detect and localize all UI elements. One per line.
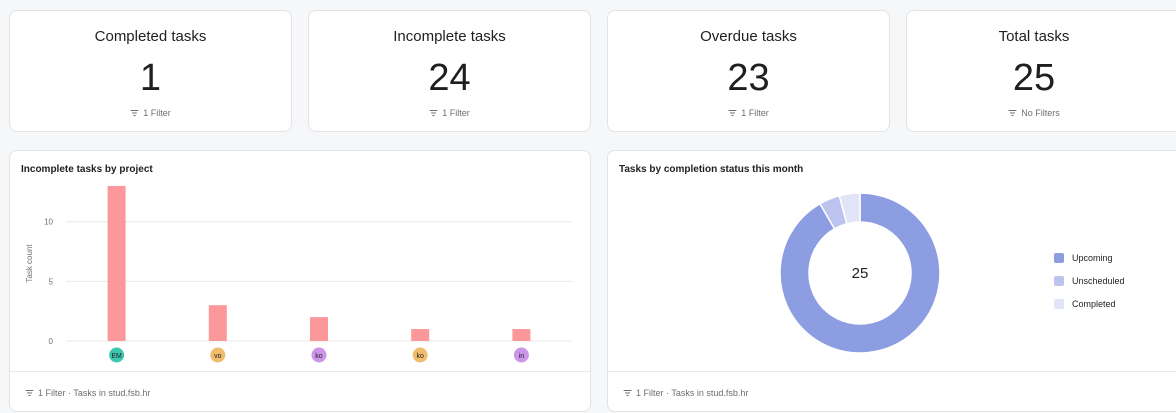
panel-footer[interactable]: 1 Filter · Tasks in stud.fsb.hr bbox=[608, 371, 1176, 413]
legend-swatch bbox=[1054, 298, 1064, 309]
bar-chart: 0 5 10 Task count EM vo ko ko in bbox=[25, 185, 572, 363]
stat-card-total[interactable]: Total tasks 25 No Filters bbox=[906, 10, 1176, 132]
donut-center-value: 25 bbox=[852, 265, 869, 282]
x-tick-label: EM bbox=[111, 353, 122, 360]
stat-title: Overdue tasks bbox=[700, 28, 797, 45]
stat-value: 1 bbox=[139, 57, 162, 99]
chart-legend: Upcoming Unscheduled Completed bbox=[1054, 246, 1125, 315]
bar[interactable] bbox=[107, 185, 126, 341]
filter-icon bbox=[130, 109, 139, 117]
stat-filter-label: 1 Filter bbox=[741, 108, 769, 118]
stat-value: 23 bbox=[727, 57, 770, 99]
stat-filter[interactable]: 1 Filter bbox=[608, 108, 889, 118]
donut-chart: 25 bbox=[779, 192, 941, 354]
legend-label: Unscheduled bbox=[1072, 275, 1125, 286]
legend-swatch bbox=[1054, 252, 1064, 263]
stat-card-overdue[interactable]: Overdue tasks 23 1 Filter bbox=[607, 10, 890, 132]
y-tick-label: 5 bbox=[49, 277, 54, 286]
bar[interactable] bbox=[512, 329, 531, 341]
stat-filter-label: No Filters bbox=[1021, 108, 1060, 118]
filter-icon bbox=[728, 109, 737, 117]
legend-label: Completed bbox=[1072, 298, 1116, 309]
x-tick-label: ko bbox=[416, 353, 424, 360]
stat-title: Completed tasks bbox=[94, 28, 207, 45]
donut-chart-panel[interactable]: Tasks by completion status this month 25… bbox=[607, 150, 1176, 412]
stat-card-completed[interactable]: Completed tasks 1 1 Filter bbox=[9, 10, 292, 132]
filter-icon bbox=[623, 389, 632, 397]
bar-chart-panel[interactable]: Incomplete tasks by project 0 5 10 Task cou… bbox=[9, 150, 591, 412]
legend-swatch bbox=[1054, 275, 1064, 286]
stat-filter-label: 1 Filter bbox=[143, 108, 171, 118]
stat-filter[interactable]: 1 Filter bbox=[10, 108, 291, 118]
stat-filter[interactable]: 1 Filter bbox=[309, 108, 590, 118]
stat-title: Incomplete tasks bbox=[393, 28, 506, 45]
legend-item[interactable]: Unscheduled bbox=[1054, 269, 1125, 292]
y-tick-label: 10 bbox=[44, 218, 53, 227]
filter-icon bbox=[25, 389, 34, 397]
stat-value: 24 bbox=[428, 57, 471, 99]
bar[interactable] bbox=[310, 317, 328, 341]
y-axis-label: Task count bbox=[25, 244, 34, 283]
y-tick-label: 0 bbox=[49, 337, 54, 346]
stat-title: Total tasks bbox=[998, 28, 1070, 45]
stat-card-incomplete[interactable]: Incomplete tasks 24 1 Filter bbox=[308, 10, 591, 132]
stat-filter[interactable]: No Filters bbox=[880, 108, 1176, 118]
filter-icon bbox=[429, 109, 438, 117]
x-tick-label: vo bbox=[214, 353, 222, 360]
legend-item[interactable]: Completed bbox=[1054, 292, 1125, 315]
x-tick-label: in bbox=[519, 353, 525, 360]
panel-footer[interactable]: 1 Filter · Tasks in stud.fsb.hr bbox=[10, 371, 590, 413]
legend-item[interactable]: Upcoming bbox=[1054, 246, 1125, 269]
bar[interactable] bbox=[411, 329, 430, 341]
stat-filter-label: 1 Filter bbox=[442, 108, 470, 118]
x-tick-label: ko bbox=[315, 353, 323, 360]
bar[interactable] bbox=[208, 305, 227, 341]
panel-footer-label: 1 Filter · Tasks in stud.fsb.hr bbox=[636, 387, 749, 398]
panel-footer-label: 1 Filter · Tasks in stud.fsb.hr bbox=[38, 387, 151, 398]
legend-label: Upcoming bbox=[1072, 252, 1113, 263]
filter-icon bbox=[1008, 109, 1017, 117]
stat-value: 25 bbox=[1012, 57, 1056, 99]
